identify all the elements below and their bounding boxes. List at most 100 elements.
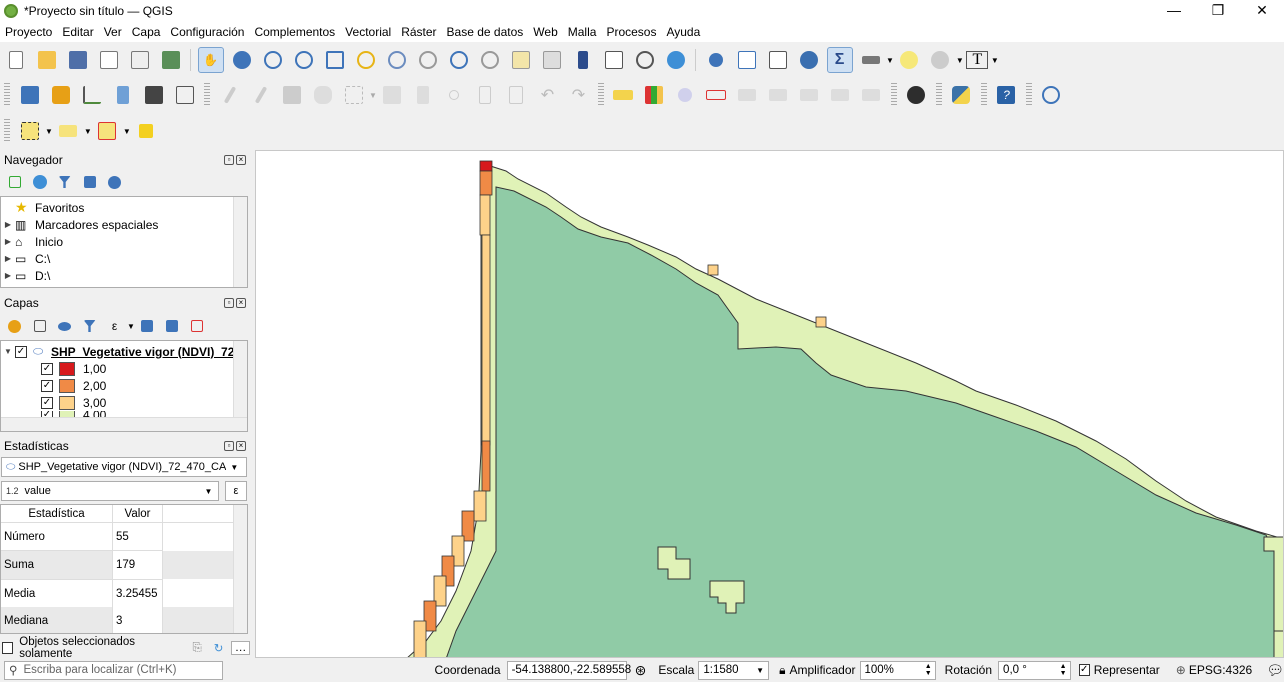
legend-class-row[interactable]: ✓ 2,00 bbox=[1, 377, 247, 394]
collapse-all-icon[interactable] bbox=[80, 169, 100, 195]
new-project-icon[interactable] bbox=[3, 47, 29, 73]
legend-class-row[interactable]: ✓ 1,00 bbox=[1, 360, 247, 377]
modify-attributes-icon[interactable] bbox=[379, 82, 405, 108]
save-edits-icon[interactable] bbox=[279, 82, 305, 108]
messages-icon[interactable]: 💬︎ bbox=[1266, 662, 1284, 679]
menu-malla[interactable]: Malla bbox=[563, 25, 602, 39]
statistics-scrollbar[interactable] bbox=[233, 505, 247, 633]
layers-vscrollbar[interactable] bbox=[233, 341, 247, 417]
collapse-all-icon[interactable] bbox=[162, 313, 182, 339]
new-map-view-icon[interactable] bbox=[508, 47, 534, 73]
rotate-label-icon[interactable] bbox=[796, 82, 822, 108]
refresh-icon[interactable]: ↻ bbox=[214, 641, 224, 655]
field-calculator-icon[interactable] bbox=[765, 47, 791, 73]
menu-procesos[interactable]: Procesos bbox=[601, 25, 661, 39]
pin-labels-icon[interactable] bbox=[672, 82, 698, 108]
redo-icon[interactable]: ↷ bbox=[565, 82, 591, 108]
new-shapefile-icon[interactable] bbox=[79, 82, 105, 108]
data-source-manager-icon[interactable] bbox=[17, 82, 43, 108]
pan-to-selection-icon[interactable] bbox=[229, 47, 255, 73]
move-label-icon[interactable] bbox=[765, 82, 791, 108]
pan-icon[interactable]: ✋ bbox=[197, 47, 224, 73]
map-polygons[interactable] bbox=[256, 151, 1284, 658]
rotation-spinbox[interactable]: 0,0 ° ▲ ▼ bbox=[998, 660, 1071, 680]
menu-capa[interactable]: Capa bbox=[127, 25, 166, 39]
toggle-editing-icon[interactable] bbox=[248, 82, 274, 108]
navigator-scrollbar[interactable] bbox=[233, 197, 247, 287]
zoom-last-icon[interactable] bbox=[446, 47, 472, 73]
table-row[interactable]: Mediana 3 bbox=[1, 607, 247, 633]
selected-only-checkbox[interactable] bbox=[2, 642, 14, 654]
vertex-tool-icon[interactable] bbox=[341, 82, 367, 108]
paste-features-icon[interactable] bbox=[503, 82, 529, 108]
change-label-icon[interactable] bbox=[827, 82, 853, 108]
gps-tools-icon[interactable] bbox=[1038, 82, 1064, 108]
open-project-icon[interactable] bbox=[34, 47, 60, 73]
measure-icon[interactable] bbox=[858, 47, 884, 73]
coordinate-field[interactable]: -54.138800,-22.589558 bbox=[506, 660, 631, 680]
collapse-arrow-icon[interactable]: ▼ bbox=[1, 347, 15, 356]
legend-class-row[interactable]: ✓ 3,00 bbox=[1, 394, 247, 411]
close-panel-icon[interactable]: × bbox=[236, 441, 246, 451]
remove-layer-icon[interactable] bbox=[187, 313, 207, 339]
menu-configuracion[interactable]: Configuración bbox=[165, 25, 249, 39]
navigator-item-d-drive[interactable]: ▶ ▭ D:\ bbox=[1, 267, 247, 284]
restore-button[interactable]: ❐ bbox=[1196, 0, 1240, 22]
add-group-icon[interactable] bbox=[30, 313, 50, 339]
lock-scale-icon[interactable]: 🔒︎ bbox=[779, 663, 785, 678]
more-options-button[interactable]: … bbox=[231, 641, 251, 655]
help-icon[interactable]: ? bbox=[993, 82, 1019, 108]
zoom-full-icon[interactable] bbox=[322, 47, 348, 73]
map-canvas[interactable] bbox=[255, 150, 1284, 658]
locator-search-input[interactable]: ⚲ Escriba para localizar (Ctrl+K) bbox=[4, 660, 223, 680]
show-bookmarks-icon[interactable] bbox=[601, 47, 627, 73]
menu-editar[interactable]: Editar bbox=[57, 25, 98, 39]
table-row[interactable]: Número 55 bbox=[1, 523, 247, 551]
layer-styling-icon[interactable] bbox=[5, 313, 25, 339]
render-checkbox[interactable]: ✓ bbox=[1078, 664, 1090, 676]
toggle-extent-icon[interactable]: ⊛ bbox=[635, 662, 647, 679]
column-header-value[interactable]: Valor bbox=[113, 505, 163, 522]
expand-arrow-icon[interactable]: ▶ bbox=[1, 237, 15, 246]
menu-web[interactable]: Web bbox=[528, 25, 562, 39]
menu-vectorial[interactable]: Vectorial bbox=[340, 25, 396, 39]
layer-row[interactable]: ▼ ✓ ⬭ SHP_Vegetative vigor (NDVI)_72 bbox=[1, 343, 247, 360]
float-panel-icon[interactable]: ▫ bbox=[224, 441, 234, 451]
zoom-layer-icon[interactable] bbox=[384, 47, 410, 73]
zoom-next-icon[interactable] bbox=[477, 47, 503, 73]
label-properties-icon[interactable] bbox=[858, 82, 884, 108]
highlight-pinned-labels-icon[interactable] bbox=[703, 82, 729, 108]
identify-features-icon[interactable] bbox=[703, 47, 729, 73]
layout-manager-icon[interactable] bbox=[127, 47, 153, 73]
new-geopackage-icon[interactable] bbox=[48, 82, 74, 108]
table-row[interactable]: Suma 179 bbox=[1, 551, 247, 579]
menu-complementos[interactable]: Complementos bbox=[249, 25, 340, 39]
class-checkbox[interactable]: ✓ bbox=[41, 396, 53, 409]
zoom-native-icon[interactable] bbox=[415, 47, 441, 73]
info-icon[interactable] bbox=[105, 169, 125, 195]
menu-base-de-datos[interactable]: Base de datos bbox=[442, 25, 529, 39]
show-hide-labels-icon[interactable] bbox=[734, 82, 760, 108]
diagram-tool-icon[interactable] bbox=[641, 82, 667, 108]
decorations-icon[interactable] bbox=[927, 47, 953, 73]
processing-toolbox-icon[interactable] bbox=[796, 47, 822, 73]
add-polygon-icon[interactable] bbox=[310, 82, 336, 108]
new-temporary-layer-icon[interactable] bbox=[141, 82, 167, 108]
navigator-item-marcadores[interactable]: ▶ ▥ Marcadores espaciales bbox=[1, 216, 247, 233]
expand-arrow-icon[interactable]: ▶ bbox=[1, 254, 15, 263]
navigator-item-inicio[interactable]: ▶ ⌂ Inicio bbox=[1, 233, 247, 250]
menu-ayuda[interactable]: Ayuda bbox=[661, 25, 705, 39]
cut-features-icon[interactable] bbox=[441, 82, 467, 108]
openlayers-plugin-icon[interactable] bbox=[903, 82, 929, 108]
menu-raster[interactable]: Ráster bbox=[396, 25, 441, 39]
class-checkbox[interactable]: ✓ bbox=[41, 379, 53, 392]
style-manager-icon[interactable] bbox=[158, 47, 184, 73]
class-checkbox[interactable]: ✓ bbox=[41, 362, 53, 375]
current-edits-icon[interactable] bbox=[217, 82, 243, 108]
filter-expression-icon[interactable]: ε bbox=[105, 313, 125, 339]
globe-icon[interactable]: ⊕ bbox=[1176, 663, 1186, 677]
expand-all-icon[interactable] bbox=[137, 313, 157, 339]
filter-icon[interactable] bbox=[55, 169, 75, 195]
manage-theme-icon[interactable] bbox=[55, 313, 75, 339]
close-panel-icon[interactable]: × bbox=[236, 155, 246, 165]
